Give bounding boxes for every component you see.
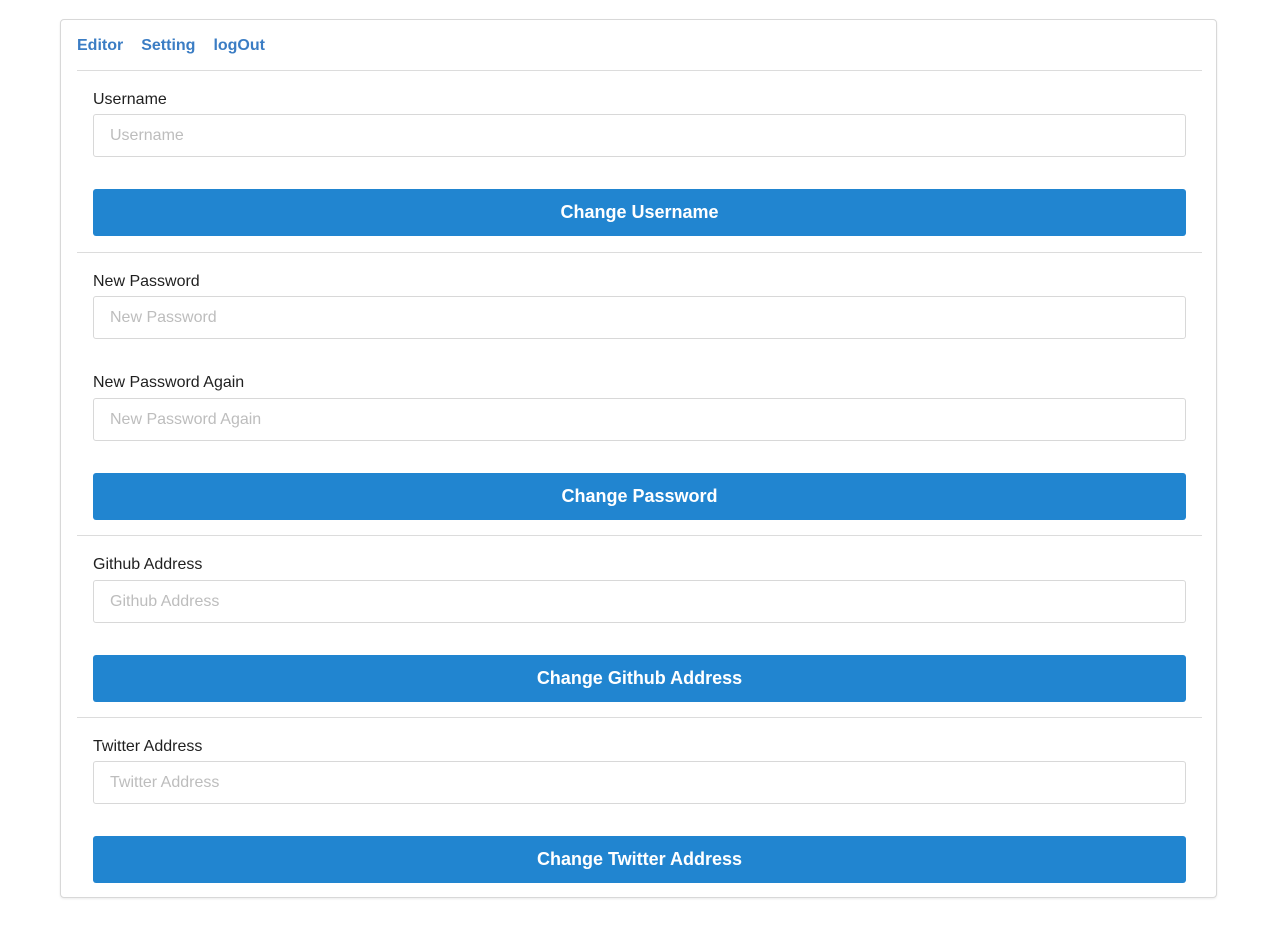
settings-card: Editor Setting logOut Username Change Us… — [60, 19, 1217, 898]
github-address-label: Github Address — [93, 556, 203, 573]
new-password-again-input[interactable] — [93, 398, 1186, 441]
nav-divider — [77, 70, 1202, 71]
nav-logout-link[interactable]: logOut — [213, 36, 265, 56]
username-input[interactable] — [93, 114, 1186, 157]
change-password-button[interactable]: Change Password — [93, 473, 1186, 520]
twitter-address-label: Twitter Address — [93, 738, 203, 755]
new-password-label: New Password — [93, 273, 200, 290]
nav-setting-link[interactable]: Setting — [141, 36, 195, 56]
password-section-divider — [77, 535, 1202, 536]
top-nav: Editor Setting logOut — [77, 36, 265, 56]
twitter-address-input[interactable] — [93, 761, 1186, 804]
username-section-divider — [77, 252, 1202, 253]
username-label: Username — [93, 91, 167, 108]
change-github-address-button[interactable]: Change Github Address — [93, 655, 1186, 702]
change-username-button[interactable]: Change Username — [93, 189, 1186, 236]
new-password-again-label: New Password Again — [93, 374, 245, 391]
change-twitter-address-button[interactable]: Change Twitter Address — [93, 836, 1186, 883]
github-address-input[interactable] — [93, 580, 1186, 623]
github-section-divider — [77, 717, 1202, 718]
nav-editor-link[interactable]: Editor — [77, 36, 123, 56]
new-password-input[interactable] — [93, 296, 1186, 339]
